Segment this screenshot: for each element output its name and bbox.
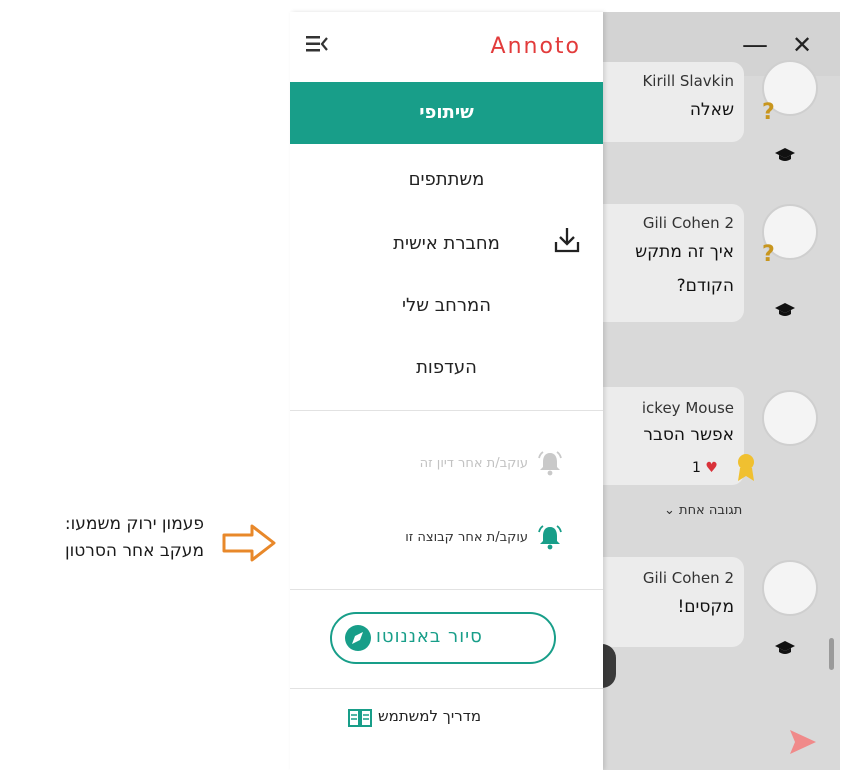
comment-author: Kirill Slavkin (642, 72, 734, 90)
follow-discussion-label[interactable]: עוקב/ת אחר דיון זה (420, 456, 528, 471)
annoto-tour-button[interactable]: סיור באננוטו (330, 612, 556, 664)
menu-divider (290, 589, 603, 590)
user-guide-link[interactable]: מדריך למשתמש (378, 707, 481, 725)
award-ribbon-icon (738, 454, 754, 481)
question-mark-icon: ? (762, 242, 775, 267)
comment-author: 2 Gili Cohen (642, 214, 734, 232)
menu-header: Annoto (290, 12, 603, 80)
annotation-line-2: מעקב אחר הסרטון (65, 541, 204, 561)
comment-bubble: ickey Mouse אפשר הסבר (602, 387, 744, 485)
heart-icon[interactable]: ♥ (705, 460, 718, 476)
side-menu-panel: Annoto שיתופי משתתפים מחברת אישית המרחב … (290, 12, 603, 770)
annoto-logo: Annoto (490, 34, 581, 59)
question-mark-icon: ? (762, 100, 775, 125)
media-thumbnail (602, 644, 616, 688)
menu-item-sharing[interactable]: שיתופי (290, 82, 603, 144)
book-icon (348, 709, 372, 727)
menu-item-my-space[interactable]: המרחב שלי (290, 288, 603, 324)
comment-author: ickey Mouse (641, 399, 734, 417)
graduation-cap-icon (775, 303, 795, 316)
comment-text: אפשר הסבר (643, 425, 734, 445)
comment-author: 2 Gili Cohen (642, 569, 734, 587)
graduation-cap-icon (775, 641, 795, 654)
menu-item-preferences[interactable]: העדפות (290, 350, 603, 386)
comment-text: שאלה (689, 100, 734, 120)
annotation-line-1: פעמון ירוק משמעו: (64, 514, 204, 534)
comment-bubble: Kirill Slavkin שאלה (602, 62, 744, 142)
menu-divider (290, 410, 603, 411)
annoto-tour-label: סיור באננוטו (376, 626, 483, 647)
send-icon[interactable] (788, 728, 818, 756)
menu-divider (290, 688, 603, 689)
close-button[interactable]: ✕ (792, 32, 812, 58)
comment-text: איך זה מתקש (635, 242, 734, 262)
like-count: 1 ♥ (692, 460, 718, 476)
follow-group-label[interactable]: עוקב/ת אחר קבוצה זו (405, 530, 528, 545)
graduation-cap-icon (775, 148, 795, 161)
download-icon[interactable] (554, 226, 580, 254)
comment-bubble: 2 Gili Cohen איך זה מתקש הקודם? (602, 204, 744, 322)
comment-text: מקסים! (677, 597, 734, 617)
bell-inactive-icon[interactable] (536, 449, 564, 477)
background-annoto-window: — ✕ Kirill Slavkin שאלה ? 2 Gili Cohen א… (602, 12, 840, 770)
collapse-menu-icon[interactable] (306, 34, 328, 54)
avatar (762, 390, 818, 446)
comment-text: הקודם? (676, 276, 734, 296)
avatar (762, 560, 818, 616)
scrollbar-thumb[interactable] (829, 638, 834, 670)
minimize-button[interactable]: — (742, 32, 768, 58)
menu-item-participants[interactable]: משתתפים (290, 162, 603, 198)
annotation-arrow-icon (222, 524, 276, 562)
compass-icon (345, 625, 371, 651)
bell-active-icon[interactable] (536, 523, 564, 551)
comment-bubble: 2 Gili Cohen מקסים! (602, 557, 744, 647)
replies-toggle[interactable]: תגובה אחת ⌄ (664, 503, 742, 518)
